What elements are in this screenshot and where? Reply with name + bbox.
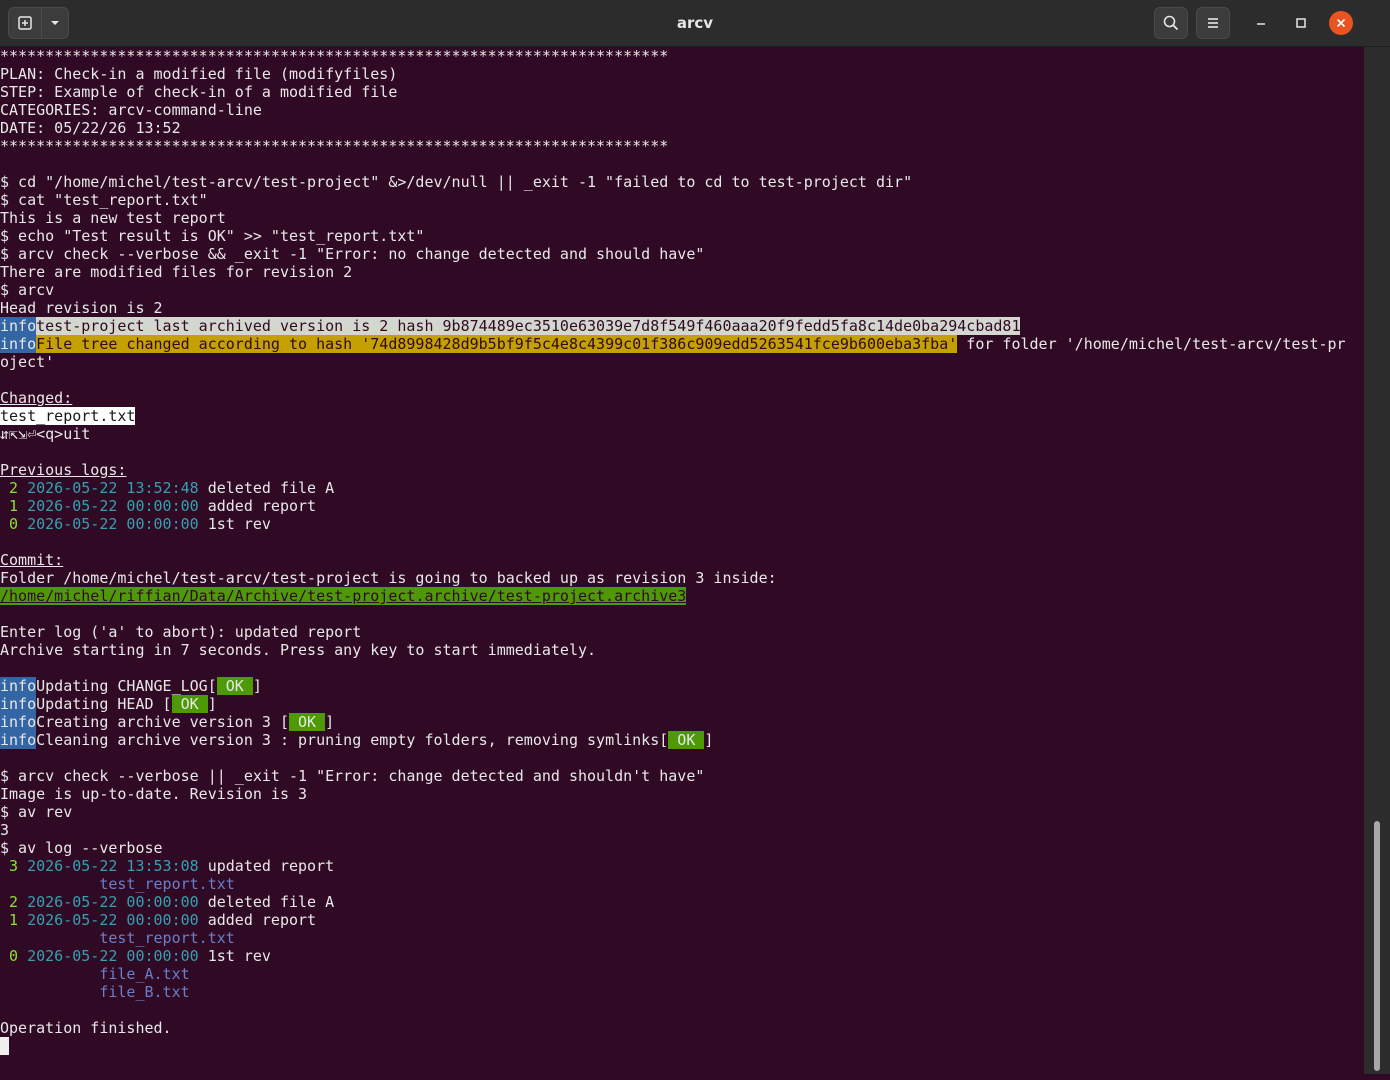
archive-start-line: Archive starting in 7 seconds. Press any… bbox=[0, 641, 597, 659]
changed-file-selected[interactable]: test_report.txt bbox=[0, 407, 136, 425]
info-badge: info bbox=[0, 731, 37, 749]
command-line: $ arcv bbox=[0, 281, 55, 299]
commit-path-line: /home/michel/riffian/Data/Archive/test-p… bbox=[0, 587, 1364, 605]
output-line: Head revision is 2 bbox=[0, 299, 163, 317]
log-entry: 3 2026-05-22 13:53:08 updated report bbox=[9, 857, 335, 875]
changed-file-line[interactable]: test_report.txt bbox=[0, 407, 1364, 425]
status-line: infoUpdating CHANGE_LOG[ OK ] bbox=[0, 677, 262, 695]
log-entry: 0 2026-05-22 00:00:00 1st rev bbox=[9, 515, 271, 533]
close-button[interactable] bbox=[1329, 11, 1353, 35]
command-line: $ arcv check --verbose && _exit -1 "Erro… bbox=[0, 245, 705, 263]
commit-heading: Commit: bbox=[0, 551, 64, 569]
status-line: infoUpdating HEAD [ OK ] bbox=[0, 695, 217, 713]
command-line: $ av log --verbose bbox=[0, 839, 163, 857]
log-file: test_report.txt bbox=[99, 929, 235, 947]
separator-line: ****************************************… bbox=[0, 137, 669, 155]
finished-line: Operation finished. bbox=[0, 1019, 172, 1037]
minimize-button[interactable] bbox=[1249, 11, 1273, 35]
log-entry: 2 2026-05-22 00:00:00 deleted file A bbox=[9, 893, 335, 911]
output-line: Image is up-to-date. Revision is 3 bbox=[0, 785, 308, 803]
enter-log-line: Enter log ('a' to abort): updated report bbox=[0, 623, 362, 641]
log-file: file_B.txt bbox=[99, 983, 190, 1001]
hash-highlight: File tree changed according to hash '74d… bbox=[36, 335, 958, 353]
search-icon bbox=[1163, 15, 1179, 31]
ok-badge: OK bbox=[668, 731, 705, 749]
separator-line: ****************************************… bbox=[0, 47, 669, 65]
output-line: 3 bbox=[0, 821, 10, 839]
archived-version-text: test-project last archived version is 2 … bbox=[36, 317, 1021, 335]
folder-text: for folder '/home/michel/test-arcv/test-… bbox=[957, 335, 1346, 353]
wrapped-line: oject' bbox=[0, 353, 55, 371]
ok-badge: OK bbox=[289, 713, 326, 731]
command-line: $ av rev bbox=[0, 803, 73, 821]
terminal-output[interactable]: ****************************************… bbox=[0, 47, 1364, 1074]
maximize-button[interactable] bbox=[1289, 11, 1313, 35]
prompt-line[interactable] bbox=[0, 1037, 1364, 1055]
menu-button[interactable] bbox=[1196, 7, 1230, 39]
log-entry: 0 2026-05-22 00:00:00 1st rev bbox=[9, 947, 271, 965]
date-line: DATE: 05/22/26 13:52 bbox=[0, 119, 181, 137]
archive-path: /home/michel/riffian/Data/Archive/test-p… bbox=[0, 587, 687, 605]
text-cursor bbox=[0, 1037, 9, 1055]
status-line: infoCreating archive version 3 [ OK ] bbox=[0, 713, 335, 731]
categories-line: CATEGORIES: arcv-command-line bbox=[0, 101, 262, 119]
status-line: infoCleaning archive version 3 : pruning… bbox=[0, 731, 714, 749]
info-badge: info bbox=[0, 335, 37, 353]
new-tab-icon bbox=[18, 16, 32, 30]
tab-menu-button[interactable] bbox=[41, 7, 69, 39]
info-line: infoFile tree changed according to hash … bbox=[0, 335, 1364, 353]
ok-badge: OK bbox=[216, 677, 253, 695]
command-line: $ cat "test_report.txt" bbox=[0, 191, 208, 209]
info-badge: info bbox=[0, 695, 37, 713]
ok-badge: OK bbox=[171, 695, 208, 713]
nav-keys-line: ⇵⇱⇲⏎<q>uit bbox=[0, 425, 91, 443]
changed-heading: Changed: bbox=[0, 389, 73, 407]
output-line: There are modified files for revision 2 bbox=[0, 263, 353, 281]
minimize-icon bbox=[1257, 23, 1265, 25]
command-line: $ cd "/home/michel/test-arcv/test-projec… bbox=[0, 173, 913, 191]
scrollbar-thumb[interactable] bbox=[1374, 821, 1380, 1071]
new-tab-button[interactable] bbox=[8, 7, 42, 39]
plan-line: PLAN: Check-in a modified file (modifyfi… bbox=[0, 65, 398, 83]
step-line: STEP: Example of check-in of a modified … bbox=[0, 83, 398, 101]
search-button[interactable] bbox=[1154, 7, 1188, 39]
info-badge: info bbox=[0, 317, 37, 335]
output-line: This is a new test report bbox=[0, 209, 226, 227]
log-entry: 1 2026-05-22 00:00:00 added report bbox=[9, 911, 317, 929]
chevron-down-icon bbox=[51, 21, 59, 25]
info-line: infotest-project last archived version i… bbox=[0, 317, 1364, 335]
info-badge: info bbox=[0, 677, 37, 695]
commit-folder-line: Folder /home/michel/test-arcv/test-proje… bbox=[0, 569, 777, 587]
maximize-icon bbox=[1296, 18, 1306, 28]
log-entry: 2 2026-05-22 13:52:48 deleted file A bbox=[9, 479, 335, 497]
previous-logs-heading: Previous logs: bbox=[0, 461, 127, 479]
log-file: file_A.txt bbox=[99, 965, 190, 983]
log-entry: 1 2026-05-22 00:00:00 added report bbox=[9, 497, 317, 515]
log-file: test_report.txt bbox=[99, 875, 235, 893]
command-line: $ echo "Test result is OK" >> "test_repo… bbox=[0, 227, 425, 245]
close-icon bbox=[1336, 18, 1346, 28]
command-line: $ arcv check --verbose || _exit -1 "Erro… bbox=[0, 767, 705, 785]
scrollbar[interactable] bbox=[1364, 47, 1390, 1074]
hamburger-menu-icon bbox=[1208, 18, 1218, 28]
title-bar: arcv bbox=[0, 0, 1390, 47]
info-badge: info bbox=[0, 713, 37, 731]
